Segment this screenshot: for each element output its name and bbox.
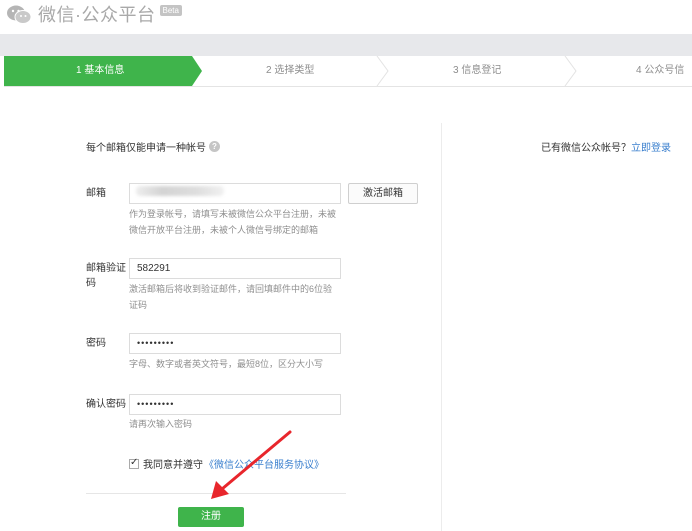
verify-code-label: 邮箱验证码 — [86, 263, 126, 289]
login-link[interactable]: 立即登录 — [631, 143, 671, 154]
step-select-type: 2 选择类型 — [266, 65, 315, 76]
password-hint: 字母、数字或者英文符号，最短8位，区分大小写 — [129, 359, 324, 369]
step-progress: 1 基本信息 2 选择类型 3 信息登记 4 公众号信息 — [4, 56, 692, 106]
verify-code-field[interactable]: 582291 — [129, 258, 341, 279]
existing-account-text: 已有微信公众帐号？ — [541, 143, 631, 154]
existing-account-prompt: 已有微信公众帐号？立即登录 — [541, 139, 671, 154]
email-hint: 作为登录帐号，请填写未被微信公众平台注册，未被微信开放平台注册，未被个人微信号绑… — [129, 209, 337, 235]
panel-divider — [441, 123, 442, 531]
confirm-password-label: 确认密码 — [86, 399, 126, 410]
step-separator-chevron — [564, 56, 577, 86]
one-account-note: 每个邮箱仅能申请一种帐号 ? — [86, 139, 220, 154]
verify-code-hint: 激活邮箱后将收到验证邮件，请回填邮件中的6位验证码 — [129, 284, 333, 310]
email-label: 邮箱 — [86, 188, 106, 199]
step-separator-chevron — [376, 56, 389, 86]
password-field[interactable]: ••••••••• — [129, 333, 341, 354]
confirm-password-field[interactable]: ••••••••• — [129, 394, 341, 415]
note-text: 每个邮箱仅能申请一种帐号 — [86, 143, 206, 154]
top-header: 微信·公众平台 Beta — [0, 0, 692, 34]
brand[interactable]: 微信·公众平台 Beta — [6, 4, 182, 26]
service-agreement-link[interactable]: 《微信公众平台服务协议》 — [204, 456, 324, 471]
site-title: 微信·公众平台 — [38, 5, 156, 25]
form-divider — [86, 493, 346, 494]
agree-text: 我同意并遵守 — [143, 460, 203, 471]
step-basic-info: 1 基本信息 — [76, 65, 125, 76]
agreement-row: 我同意并遵守 《微信公众平台服务协议》 — [129, 456, 324, 471]
agree-checkbox[interactable] — [129, 457, 139, 469]
activate-email-button[interactable]: 激活邮箱 — [348, 183, 418, 204]
register-button[interactable]: 注册 — [178, 507, 244, 527]
step-info-registration: 3 信息登记 — [453, 65, 502, 76]
step-account-info: 4 公众号信息 — [636, 65, 685, 106]
header-divider-band — [0, 34, 692, 56]
password-label: 密码 — [86, 338, 106, 349]
confirm-password-hint: 请再次输入密码 — [129, 419, 193, 429]
email-value-redacted — [136, 186, 224, 196]
beta-badge: Beta — [159, 4, 182, 16]
help-icon[interactable]: ? — [209, 141, 220, 152]
wechat-logo-icon — [6, 4, 32, 26]
